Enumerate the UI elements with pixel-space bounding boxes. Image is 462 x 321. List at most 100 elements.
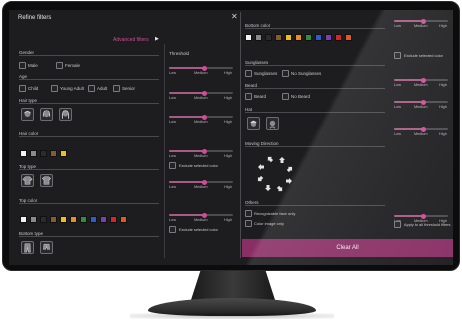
long-hair-icon[interactable] xyxy=(59,108,72,121)
beard-checkbox[interactable] xyxy=(245,93,252,100)
threshold-left-6-slider-knob[interactable] xyxy=(201,212,207,218)
clear-all-button[interactable]: Clear All xyxy=(242,239,453,257)
threshold-left-6-slider[interactable] xyxy=(169,212,233,218)
hair-color-swatch[interactable] xyxy=(20,150,27,157)
threshold-right-4-slider-fill xyxy=(394,128,424,130)
threshold-right-1-slider[interactable] xyxy=(394,18,448,24)
exclude-bottom-color-label: Exclude selected color xyxy=(404,53,443,58)
beard-divider xyxy=(245,88,385,89)
threshold-right-1-slider-knob[interactable] xyxy=(421,18,427,24)
gender-male-checkbox[interactable] xyxy=(19,62,26,69)
medium-hair-icon[interactable] xyxy=(40,108,53,121)
threshold-left-3-slider-knob[interactable] xyxy=(201,114,207,120)
direction-arrow-icon[interactable] xyxy=(265,185,278,191)
no-beard-checkbox[interactable] xyxy=(282,93,289,100)
exclude-top-color-checkbox[interactable] xyxy=(169,226,176,233)
top-color-swatch[interactable] xyxy=(110,216,117,223)
age-adult-checkbox[interactable] xyxy=(88,85,95,92)
color-image-label: Color image only xyxy=(254,221,285,226)
threshold-right-3-slider[interactable] xyxy=(394,99,448,105)
threshold-left-5-slider-fill xyxy=(169,181,205,183)
threshold-right-3-slider-knob[interactable] xyxy=(421,99,427,105)
threshold-left-1-high-label: High xyxy=(224,71,232,75)
advanced-filters-arrow-icon[interactable]: ▶ xyxy=(155,37,159,42)
bottom-color-swatch[interactable] xyxy=(295,34,302,41)
threshold-right-2-medium-label: Medium xyxy=(414,83,428,87)
threshold-right-5-slider-knob[interactable] xyxy=(421,213,427,219)
gender-female-label: Female xyxy=(65,63,81,68)
bottom-color-swatch[interactable] xyxy=(265,34,272,41)
threshold-right-3-slider-fill xyxy=(394,101,424,103)
recognizable-face-checkbox[interactable] xyxy=(245,210,252,217)
threshold-left-3-slider[interactable] xyxy=(169,114,233,120)
hair-color-swatch[interactable] xyxy=(40,150,47,157)
threshold-left-1-slider[interactable] xyxy=(169,65,233,71)
hair-color-swatch[interactable] xyxy=(50,150,57,157)
bottom-color-swatch[interactable] xyxy=(305,34,312,41)
threshold-right-5-slider[interactable] xyxy=(394,213,448,219)
threshold-right-2-low-label: Low xyxy=(394,83,401,87)
pants-icon[interactable] xyxy=(21,241,34,254)
age-young-adult-checkbox[interactable] xyxy=(51,85,58,92)
threshold-left-1-medium-label: Medium xyxy=(194,71,208,75)
bottom-color-swatch[interactable] xyxy=(345,34,352,41)
bottom-color-swatch[interactable] xyxy=(315,34,322,41)
bottom-color-swatch[interactable] xyxy=(245,34,252,41)
threshold-label: Threshold xyxy=(169,51,190,56)
age-child-checkbox[interactable] xyxy=(19,85,26,92)
hair-color-swatch[interactable] xyxy=(30,150,37,157)
threshold-left-5-low-label: Low xyxy=(169,185,176,189)
threshold-right-4-slider-knob[interactable] xyxy=(421,126,427,132)
bottom-type-divider xyxy=(19,236,159,237)
top-color-swatch[interactable] xyxy=(70,216,77,223)
age-senior-checkbox[interactable] xyxy=(113,85,120,92)
threshold-right-3-low-label: Low xyxy=(394,105,401,109)
color-image-checkbox[interactable] xyxy=(245,220,252,227)
threshold-left-2-slider[interactable] xyxy=(169,90,233,96)
exclude-hair-color-checkbox[interactable] xyxy=(169,162,176,169)
top-color-swatch[interactable] xyxy=(30,216,37,223)
short-sleeve-top-icon[interactable] xyxy=(40,174,53,187)
threshold-right-4-slider[interactable] xyxy=(394,126,448,132)
threshold-left-1-slider-knob[interactable] xyxy=(201,65,207,71)
threshold-left-4-slider[interactable] xyxy=(169,148,233,154)
top-color-swatch[interactable] xyxy=(40,216,47,223)
hair-color-swatch[interactable] xyxy=(60,150,67,157)
top-color-swatch[interactable] xyxy=(90,216,97,223)
threshold-left-2-slider-knob[interactable] xyxy=(201,90,207,96)
bottom-color-swatch[interactable] xyxy=(255,34,262,41)
top-color-swatch[interactable] xyxy=(120,216,127,223)
threshold-right-2-slider-knob[interactable] xyxy=(421,77,427,83)
no-hat-icon[interactable] xyxy=(266,117,279,130)
exclude-bottom-color-checkbox[interactable] xyxy=(394,52,401,59)
bottom-color-swatch[interactable] xyxy=(325,34,332,41)
top-color-swatch[interactable] xyxy=(50,216,57,223)
age-child-label: Child xyxy=(28,86,39,91)
direction-arrow-icon[interactable] xyxy=(258,164,264,177)
direction-arrow-icon[interactable] xyxy=(272,157,285,163)
shorts-icon[interactable] xyxy=(40,241,53,254)
top-color-swatch[interactable] xyxy=(20,216,27,223)
bottom-color-swatch[interactable] xyxy=(335,34,342,41)
top-color-swatch[interactable] xyxy=(60,216,67,223)
hair-type-divider xyxy=(19,103,159,104)
threshold-left-2-low-label: Low xyxy=(169,96,176,100)
apply-all-threshold-checkbox[interactable] xyxy=(394,221,401,228)
long-sleeve-top-icon[interactable] xyxy=(21,174,34,187)
hat-icon[interactable] xyxy=(247,117,260,130)
bottom-color-swatch[interactable] xyxy=(275,34,282,41)
short-hair-icon[interactable] xyxy=(21,108,34,121)
sunglasses-checkbox[interactable] xyxy=(245,70,252,77)
close-icon[interactable]: ✕ xyxy=(231,13,238,21)
threshold-right-2-slider[interactable] xyxy=(394,77,448,83)
threshold-left-4-slider-knob[interactable] xyxy=(201,148,207,154)
no-sunglasses-checkbox[interactable] xyxy=(282,70,289,77)
gender-female-checkbox[interactable] xyxy=(56,62,63,69)
bottom-color-swatch[interactable] xyxy=(285,34,292,41)
direction-arrow-icon[interactable] xyxy=(281,160,292,173)
threshold-left-5-slider[interactable] xyxy=(169,179,233,185)
advanced-filters-link[interactable]: Advanced filters xyxy=(113,38,149,43)
threshold-left-5-slider-knob[interactable] xyxy=(201,179,207,185)
top-color-swatch[interactable] xyxy=(80,216,87,223)
top-color-swatch[interactable] xyxy=(100,216,107,223)
